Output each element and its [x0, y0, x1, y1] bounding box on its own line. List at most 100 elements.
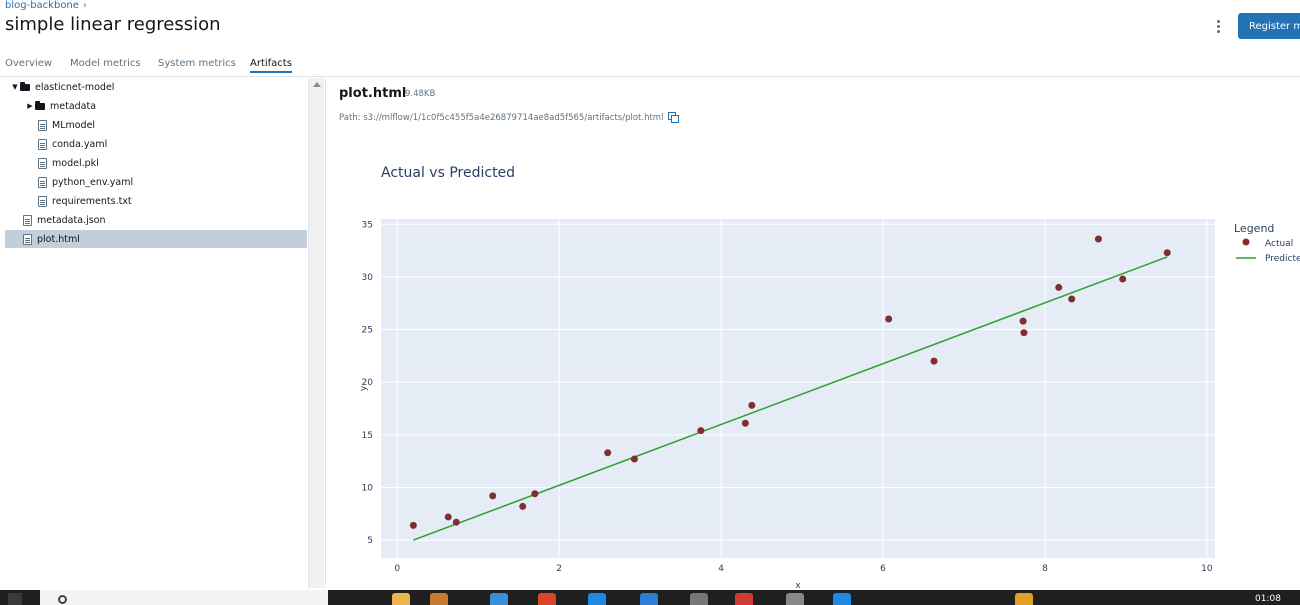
- page-title: simple linear regression: [5, 14, 221, 35]
- tree-folder-metadata[interactable]: ▶ metadata: [5, 97, 307, 115]
- actual-point: [630, 455, 638, 463]
- actual-point: [1068, 295, 1076, 303]
- taskbar-clock: 01:08: [1255, 594, 1281, 604]
- x-tick-label: 4: [718, 564, 724, 574]
- actual-point: [697, 427, 705, 435]
- x-axis-label: x: [795, 581, 801, 588]
- tree-file-requirements-txt[interactable]: requirements.txt: [5, 192, 307, 210]
- file-explorer-icon[interactable]: [392, 593, 410, 605]
- actual-point: [1094, 235, 1102, 243]
- actual-point: [748, 401, 756, 409]
- taskbar-app-icon[interactable]: [690, 593, 708, 605]
- file-icon: [23, 233, 32, 245]
- actual-point: [1019, 317, 1027, 325]
- taskbar-app-icon[interactable]: [640, 593, 658, 605]
- actual-point: [930, 357, 938, 365]
- tab-overview[interactable]: Overview: [5, 58, 52, 69]
- actual-point: [885, 315, 893, 323]
- tree-label: plot.html: [37, 233, 80, 245]
- legend-marker-actual: [1242, 238, 1250, 246]
- taskbar-app-icon[interactable]: [786, 593, 804, 605]
- file-icon: [38, 157, 47, 169]
- search-icon[interactable]: [58, 595, 67, 604]
- breadcrumb-experiment-link[interactable]: blog-backbone: [5, 0, 79, 11]
- breadcrumb-separator: ›: [82, 0, 87, 11]
- tree-file-mlmodel[interactable]: MLmodel: [5, 116, 307, 134]
- taskbar-search[interactable]: [40, 590, 328, 605]
- y-tick-label: 10: [362, 483, 374, 493]
- register-model-button[interactable]: Register mo: [1238, 13, 1300, 39]
- tree-file-plot-html[interactable]: plot.html: [5, 230, 307, 248]
- tree-label: conda.yaml: [52, 138, 108, 150]
- tree-label: elasticnet-model: [35, 81, 115, 93]
- tree-label: metadata: [50, 100, 97, 112]
- actual-point: [604, 449, 612, 457]
- y-tick-label: 5: [367, 536, 373, 546]
- actual-point: [531, 490, 539, 498]
- taskbar-app-icon[interactable]: [735, 593, 753, 605]
- file-icon: [38, 119, 47, 131]
- actual-point: [489, 492, 497, 500]
- taskbar-app-icon[interactable]: [538, 593, 556, 605]
- plot-chart: Actual vs Predicted 0 2 4 6 8 105101520253035…: [359, 165, 1300, 588]
- x-tick-label: 8: [1042, 564, 1048, 574]
- actual-point: [444, 513, 452, 521]
- breadcrumb[interactable]: blog-backbone ›: [5, 0, 87, 11]
- tree-label: metadata.json: [37, 214, 106, 226]
- taskbar-app-icon[interactable]: [490, 593, 508, 605]
- folder-icon: [35, 100, 45, 110]
- tree-file-metadata-json[interactable]: metadata.json: [5, 211, 307, 229]
- actual-point: [409, 521, 417, 529]
- x-tick-label: 6: [880, 564, 886, 574]
- actual-point: [741, 419, 749, 427]
- tree-label: requirements.txt: [52, 195, 132, 207]
- tab-model-metrics[interactable]: Model metrics: [70, 58, 141, 69]
- os-taskbar: 01:08: [0, 590, 1300, 605]
- y-tick-label: 25: [362, 326, 373, 336]
- file-icon: [23, 214, 32, 226]
- taskbar-app-icon[interactable]: [833, 593, 851, 605]
- legend-title: Legend: [1234, 222, 1274, 235]
- artifact-viewer: plot.html 9.48KB Path: s3://mlflow/1/1c0…: [325, 78, 1300, 588]
- actual-point: [1119, 275, 1127, 283]
- actual-point: [1163, 249, 1171, 257]
- tree-label: MLmodel: [52, 119, 96, 131]
- actual-point: [519, 502, 527, 510]
- file-icon: [38, 138, 47, 150]
- folder-icon: [20, 81, 30, 91]
- more-options-icon[interactable]: [1210, 17, 1226, 37]
- tabs-divider: [0, 76, 1300, 77]
- taskbar-app-icon[interactable]: [430, 593, 448, 605]
- y-tick-label: 15: [362, 431, 373, 441]
- taskbar-app-icon[interactable]: [1015, 593, 1033, 605]
- y-axis-label: y: [359, 385, 369, 391]
- tree-label: model.pkl: [52, 157, 99, 169]
- legend: Legend Actual Predicted: [1234, 222, 1300, 264]
- actual-point: [1020, 329, 1028, 337]
- tree-folder-elasticnet-model[interactable]: ▼ elasticnet-model: [5, 78, 307, 96]
- caret-down-icon[interactable]: ▼: [10, 83, 20, 91]
- x-tick-label: 0: [394, 564, 400, 574]
- tree-file-model-pkl[interactable]: model.pkl: [5, 154, 307, 172]
- windows-start-icon[interactable]: [8, 593, 22, 605]
- tree-file-python-env-yaml[interactable]: python_env.yaml: [5, 173, 307, 191]
- tab-system-metrics[interactable]: System metrics: [158, 58, 236, 69]
- y-tick-label: 35: [362, 220, 373, 230]
- x-tick-label: 2: [556, 564, 562, 574]
- scroll-up-icon[interactable]: [313, 82, 321, 87]
- caret-right-icon[interactable]: ▶: [25, 102, 35, 110]
- actual-point: [452, 518, 460, 526]
- tab-artifacts[interactable]: Artifacts: [250, 58, 292, 73]
- legend-label-actual[interactable]: Actual: [1265, 239, 1293, 249]
- chart-title: Actual vs Predicted: [381, 165, 515, 181]
- taskbar-app-icon[interactable]: [588, 593, 606, 605]
- legend-label-predicted[interactable]: Predicted: [1265, 254, 1300, 264]
- y-tick-label: 30: [362, 273, 374, 283]
- tree-scrollbar[interactable]: [308, 78, 324, 588]
- x-tick-label: 10: [1201, 564, 1213, 574]
- file-icon: [38, 176, 47, 188]
- actual-point: [1055, 283, 1063, 291]
- plot-area: [381, 219, 1215, 558]
- tree-file-conda-yaml[interactable]: conda.yaml: [5, 135, 307, 153]
- artifact-tree: ▼ elasticnet-model ▶ metadata MLmodel co…: [5, 78, 307, 588]
